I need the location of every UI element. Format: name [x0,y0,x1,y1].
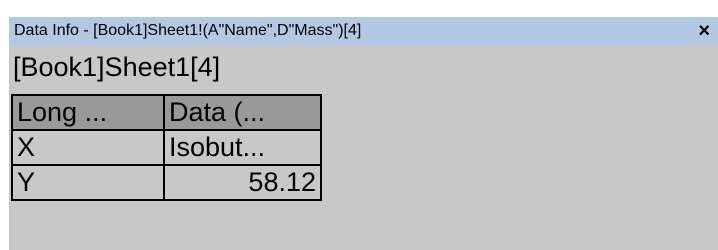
close-icon[interactable]: × [698,19,710,43]
title-bar: Data Info - [Book1]Sheet1!(A"Name",D"Mas… [9,17,718,46]
row-value-x: Isobut... [163,129,322,166]
row-label-x: X [11,129,165,166]
table-row: X Isobut... [11,129,322,166]
data-info-panel: Data Info - [Book1]Sheet1!(A"Name",D"Mas… [9,17,718,250]
table-header-row: Long ... Data (... [11,94,322,131]
row-label-y: Y [11,164,165,201]
column-header-data: Data (... [163,94,322,131]
window-title: Data Info - [Book1]Sheet1!(A"Name",D"Mas… [14,22,362,39]
column-header-long-name: Long ... [11,94,165,131]
table-row: Y 58.12 [11,164,322,201]
info-table: Long ... Data (... X Isobut... Y 58.12 [11,94,322,201]
row-value-y: 58.12 [163,164,322,201]
sheet-label: [Book1]Sheet1[4] [13,52,221,82]
